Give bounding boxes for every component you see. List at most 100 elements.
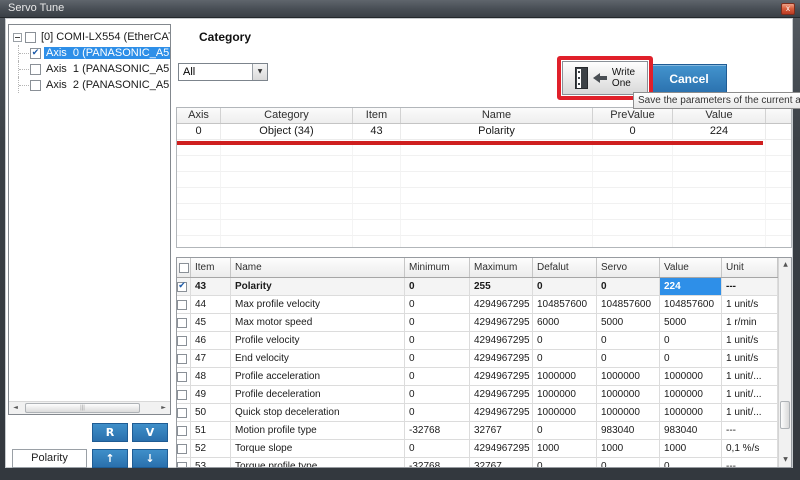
- summary-cell[interactable]: 0: [593, 124, 673, 140]
- param-cell[interactable]: 46: [191, 332, 231, 350]
- param-cell[interactable]: 4294967295: [470, 332, 533, 350]
- row-checkbox-cell[interactable]: [177, 440, 191, 458]
- summary-cell[interactable]: Polarity: [401, 124, 593, 140]
- param-cell[interactable]: 4294967295: [470, 296, 533, 314]
- summary-row[interactable]: 0Object (34)43Polarity0224: [177, 124, 791, 140]
- write-one-button[interactable]: Write One: [562, 61, 648, 95]
- param-col-unit[interactable]: Unit: [722, 258, 778, 277]
- axis-checkbox-1[interactable]: [30, 64, 41, 75]
- collapse-icon[interactable]: [13, 33, 22, 42]
- axis-label-2[interactable]: Axis 2 (PANASONIC_A5: [44, 79, 171, 91]
- row-checkbox-cell[interactable]: [177, 368, 191, 386]
- param-row-48[interactable]: 48Profile acceleration042949672951000000…: [177, 368, 791, 386]
- param-cell[interactable]: 0: [597, 350, 660, 368]
- param-cell[interactable]: 0: [405, 314, 470, 332]
- close-button[interactable]: x: [781, 3, 795, 15]
- row-checkbox-46[interactable]: [177, 336, 187, 346]
- param-cell[interactable]: 0: [533, 422, 597, 440]
- param-col-defalut[interactable]: Defalut: [533, 258, 597, 277]
- param-cell[interactable]: 1000000: [597, 386, 660, 404]
- tree-horizontal-scrollbar[interactable]: ◄ ||| ►: [9, 401, 170, 414]
- param-cell[interactable]: 1 unit/...: [722, 386, 778, 404]
- param-cell[interactable]: 45: [191, 314, 231, 332]
- param-cell[interactable]: 0: [660, 350, 722, 368]
- summary-cell[interactable]: 43: [353, 124, 401, 140]
- param-cell[interactable]: -32768: [405, 458, 470, 468]
- cancel-button[interactable]: Cancel: [651, 64, 727, 95]
- param-row-50[interactable]: 50Quick stop deceleration042949672951000…: [177, 404, 791, 422]
- param-cell[interactable]: 1000000: [660, 386, 722, 404]
- param-cell[interactable]: 32767: [470, 458, 533, 468]
- row-checkbox-49[interactable]: [177, 390, 187, 400]
- param-row-45[interactable]: 45Max motor speed04294967295600050005000…: [177, 314, 791, 332]
- row-checkbox-cell[interactable]: [177, 332, 191, 350]
- param-cell[interactable]: 6000: [533, 314, 597, 332]
- param-cell[interactable]: 5000: [597, 314, 660, 332]
- row-checkbox-51[interactable]: [177, 426, 187, 436]
- param-cell[interactable]: 43: [191, 278, 231, 296]
- param-cell[interactable]: End velocity: [231, 350, 405, 368]
- selected-parameter-field[interactable]: Polarity: [12, 449, 87, 468]
- row-checkbox-50[interactable]: [177, 408, 187, 418]
- param-cell[interactable]: 983040: [597, 422, 660, 440]
- param-cell[interactable]: Profile deceleration: [231, 386, 405, 404]
- summary-cell[interactable]: 224: [673, 124, 766, 140]
- param-cell[interactable]: -32768: [405, 422, 470, 440]
- param-cell[interactable]: 0: [660, 332, 722, 350]
- param-cell[interactable]: 0: [405, 368, 470, 386]
- param-col-name[interactable]: Name: [231, 258, 405, 277]
- axis-checkbox-0[interactable]: ✔: [30, 48, 41, 59]
- param-cell[interactable]: 49: [191, 386, 231, 404]
- param-cell[interactable]: 255: [470, 278, 533, 296]
- tree-axis-row-2[interactable]: Axis 2 (PANASONIC_A5: [9, 77, 170, 93]
- tree-root-label[interactable]: [0] COMI-LX554 (EtherCAT: [39, 31, 171, 43]
- param-cell[interactable]: 1 unit/...: [722, 404, 778, 422]
- scroll-up-icon[interactable]: ▲: [779, 258, 792, 272]
- header-checkbox-cell[interactable]: [177, 258, 191, 277]
- param-cell[interactable]: Max profile velocity: [231, 296, 405, 314]
- param-cell[interactable]: 104857600: [597, 296, 660, 314]
- v-button[interactable]: V: [132, 423, 168, 442]
- param-cell[interactable]: 1000000: [660, 404, 722, 422]
- summary-cell[interactable]: 0: [177, 124, 221, 140]
- row-checkbox-cell[interactable]: [177, 458, 191, 468]
- param-cell[interactable]: ---: [722, 458, 778, 468]
- row-checkbox-48[interactable]: [177, 372, 187, 382]
- param-cell[interactable]: Torque profile type: [231, 458, 405, 468]
- param-row-53[interactable]: 53Torque profile type-3276832767000---: [177, 458, 791, 468]
- summary-col-item[interactable]: Item: [353, 108, 401, 123]
- axis-checkbox-2[interactable]: [30, 80, 41, 91]
- param-cell[interactable]: 52: [191, 440, 231, 458]
- up-button[interactable]: ↑: [92, 449, 128, 468]
- row-checkbox-cell[interactable]: [177, 404, 191, 422]
- param-cell[interactable]: 0: [405, 350, 470, 368]
- param-cell[interactable]: 1000000: [533, 368, 597, 386]
- param-cell[interactable]: 1000000: [533, 386, 597, 404]
- param-cell[interactable]: 50: [191, 404, 231, 422]
- param-cell[interactable]: 1000: [533, 440, 597, 458]
- row-checkbox-cell[interactable]: [177, 314, 191, 332]
- param-cell[interactable]: 224: [660, 278, 722, 296]
- summary-col-axis[interactable]: Axis: [177, 108, 221, 123]
- param-col-maximum[interactable]: Maximum: [470, 258, 533, 277]
- param-col-servo[interactable]: Servo: [597, 258, 660, 277]
- tree-axis-row-0[interactable]: ✔Axis 0 (PANASONIC_A5: [9, 45, 170, 61]
- param-cell[interactable]: 0: [660, 458, 722, 468]
- param-cell[interactable]: 0: [405, 332, 470, 350]
- title-bar[interactable]: Servo Tune x: [0, 0, 800, 18]
- parameter-table-scrollbar[interactable]: ▲ ▼: [778, 258, 791, 467]
- tree-root-row[interactable]: [0] COMI-LX554 (EtherCAT: [13, 29, 170, 45]
- param-cell[interactable]: ---: [722, 422, 778, 440]
- chevron-down-icon[interactable]: ▼: [252, 64, 267, 80]
- row-checkbox-cell[interactable]: [177, 350, 191, 368]
- param-cell[interactable]: 1 unit/s: [722, 332, 778, 350]
- param-cell[interactable]: 104857600: [533, 296, 597, 314]
- param-cell[interactable]: 1000: [597, 440, 660, 458]
- category-dropdown[interactable]: All ▼: [178, 63, 268, 81]
- param-cell[interactable]: 1 unit/s: [722, 296, 778, 314]
- param-cell[interactable]: 4294967295: [470, 314, 533, 332]
- param-cell[interactable]: 0: [597, 278, 660, 296]
- axis-label-1[interactable]: Axis 1 (PANASONIC_A5: [44, 63, 171, 75]
- row-checkbox-cell[interactable]: [177, 422, 191, 440]
- summary-cell[interactable]: Object (34): [221, 124, 353, 140]
